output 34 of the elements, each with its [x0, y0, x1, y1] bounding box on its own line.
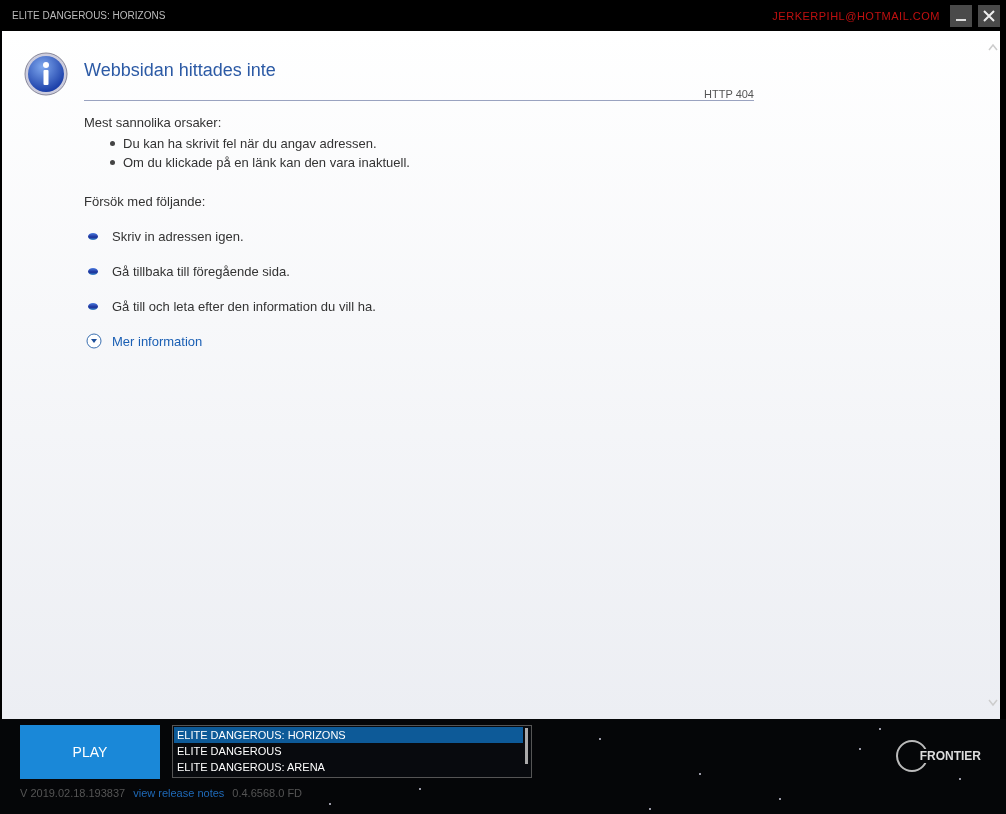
- game-list-item[interactable]: ELITE DANGEROUS: [174, 743, 523, 759]
- scroll-down-icon[interactable]: [987, 699, 998, 707]
- account-email: JERKERPIHL@HOTMAIL.COM: [772, 9, 940, 22]
- bullet-icon: [88, 233, 98, 240]
- minimize-button[interactable]: [950, 4, 972, 27]
- more-info-link[interactable]: Mer information: [84, 333, 203, 349]
- build-text: 0.4.6568.0 FD: [232, 787, 303, 799]
- game-list-item[interactable]: ELITE DANGEROUS: ARENA: [174, 759, 523, 775]
- scrollbar-thumb[interactable]: [525, 728, 528, 764]
- error-title: Webbsidan hittades inte: [84, 60, 277, 81]
- suggestion-text: Gå till och leta efter den information du vill ha.: [112, 299, 376, 314]
- suggestion-text: Skriv in adressen igen.: [112, 229, 244, 244]
- causes-heading: Mest sannolika orsaker:: [84, 115, 223, 130]
- bullet-icon: [88, 303, 98, 310]
- close-icon: [983, 9, 995, 22]
- info-icon: [24, 52, 68, 96]
- window-title: ELITE DANGEROUS: HORIZONS: [12, 10, 166, 21]
- close-button[interactable]: [978, 4, 1000, 27]
- cause-text: Om du klickade på en länk kan den vara inaktuell.: [123, 154, 410, 172]
- version-text: V 2019.02.18.193837: [20, 787, 126, 799]
- scroll-up-icon[interactable]: [987, 43, 998, 51]
- suggestion-text: Gå tillbaka till föregående sida.: [112, 264, 290, 279]
- chevron-icon: [86, 333, 102, 349]
- bullet-icon: [110, 141, 115, 146]
- frontier-logo: FRONTIER: [894, 739, 981, 773]
- bullet-icon: [110, 160, 115, 165]
- bullet-icon: [88, 268, 98, 275]
- try-heading: Försök med följande:: [84, 194, 207, 209]
- game-list-item[interactable]: ELITE DANGEROUS: HORIZONS: [174, 727, 523, 743]
- error-code: HTTP 404: [704, 88, 754, 100]
- play-button[interactable]: PLAY: [20, 725, 160, 779]
- release-notes-link[interactable]: view release notes: [133, 787, 225, 799]
- cause-text: Du kan ha skrivit fel när du angav adressen.: [123, 135, 377, 153]
- minimize-icon: [956, 18, 966, 21]
